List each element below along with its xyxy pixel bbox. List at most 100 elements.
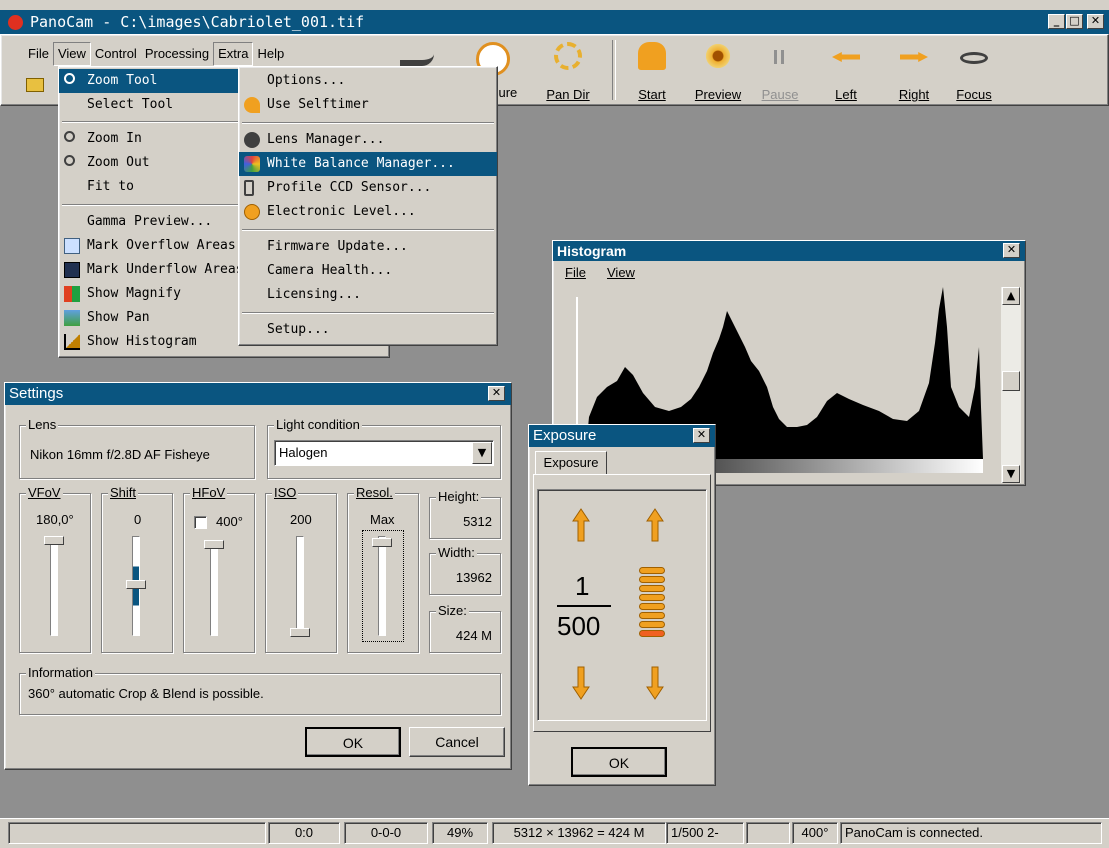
vfov-slider-thumb[interactable] [44, 536, 64, 545]
level-segment [639, 630, 665, 637]
light-condition-select[interactable]: Halogen ▼ [274, 440, 494, 466]
aperture-up-icon[interactable] [645, 507, 665, 543]
menu-item-licensing[interactable]: Licensing... [239, 283, 497, 307]
toolbar-pan-dir[interactable]: Pan Dir [540, 38, 596, 104]
menu-item-profile-ccd[interactable]: Profile CCD Sensor... [239, 176, 497, 200]
scroll-up-icon[interactable]: ▲ [1002, 287, 1020, 305]
extra-menu-dropdown: Options... Use Selftimer Lens Manager...… [238, 66, 498, 346]
settings-title: Settings [9, 385, 64, 402]
arrow-right-icon [900, 52, 928, 62]
vfov-value: 180,0° [36, 512, 74, 527]
pause-icon [774, 50, 784, 64]
lens-value: Nikon 16mm f/2.8D AF Fisheye [30, 447, 210, 462]
wrench-icon[interactable] [400, 44, 434, 66]
shift-slider-thumb[interactable] [126, 580, 146, 589]
underflow-icon [64, 262, 80, 278]
menu-separator [242, 312, 494, 314]
settings-cancel-button[interactable]: Cancel [409, 727, 505, 757]
hfov-checkbox[interactable] [194, 516, 207, 529]
hfov-label: HFoV [190, 485, 228, 500]
toolbar-pause[interactable]: Pause [752, 38, 808, 104]
overflow-icon [64, 238, 80, 254]
pan-dir-icon [554, 42, 582, 70]
exposure-title: Exposure [533, 427, 597, 444]
menu-item-lens-manager[interactable]: Lens Manager... [239, 128, 497, 152]
iso-value: 200 [290, 512, 312, 527]
menu-help[interactable]: Help [253, 43, 288, 65]
scroll-thumb[interactable] [1002, 371, 1020, 391]
status-position: 0-0-0 [344, 822, 428, 844]
status-connection: PanoCam is connected. [840, 822, 1102, 844]
histogram-titlebar[interactable]: Histogram [553, 241, 1025, 261]
ccd-icon [244, 180, 254, 196]
toolbar-preview[interactable]: Preview [690, 38, 746, 104]
histogram-menu-view[interactable]: View [607, 265, 635, 280]
histogram-scrollbar[interactable]: ▲ ▼ [1001, 287, 1021, 483]
chevron-down-icon[interactable]: ▼ [472, 442, 492, 464]
menu-control[interactable]: Control [91, 43, 141, 65]
vfov-label: VFoV [26, 485, 63, 500]
status-zoom: 49% [432, 822, 488, 844]
vfov-slider-track[interactable] [50, 536, 58, 636]
exposure-tab[interactable]: Exposure [535, 451, 607, 475]
app-icon [8, 15, 23, 30]
exposure-close-button[interactable]: ✕ [693, 428, 710, 443]
size-group: Size: 424 M [429, 603, 501, 653]
open-folder-icon[interactable] [26, 78, 44, 92]
toolbar-focus[interactable]: Focus [946, 38, 1002, 104]
histogram-close-button[interactable]: ✕ [1003, 243, 1020, 258]
level-segment [639, 576, 665, 583]
light-condition-label: Light condition [274, 417, 362, 432]
magnifier-icon [64, 73, 75, 84]
app-titlebar[interactable]: PanoCam - C:\images\Cabriolet_001.tif [0, 10, 1109, 34]
arrow-left-icon [832, 52, 860, 62]
menu-file[interactable]: File [24, 43, 53, 65]
histogram-menu-file[interactable]: File [565, 265, 586, 280]
menu-item-camera-health[interactable]: Camera Health... [239, 259, 497, 283]
exposure-ok-button[interactable]: OK [571, 747, 667, 777]
close-button[interactable]: ✕ [1087, 14, 1104, 29]
iso-label: ISO [272, 485, 299, 500]
menu-item-setup[interactable]: Setup... [239, 318, 497, 342]
settings-titlebar[interactable]: Settings [5, 383, 511, 405]
menu-processing[interactable]: Processing [141, 43, 213, 65]
settings-close-button[interactable]: ✕ [488, 386, 505, 401]
toolbar-start[interactable]: Start [624, 38, 680, 104]
information-value: 360° automatic Crop & Blend is possible. [28, 686, 264, 701]
iso-slider-track[interactable] [296, 536, 304, 636]
light-condition-group: Light condition Halogen ▼ [267, 417, 501, 479]
aperture-down-icon[interactable] [645, 665, 665, 701]
shutter-up-icon[interactable] [571, 507, 591, 543]
settings-ok-button[interactable]: OK [305, 727, 401, 757]
settings-window: Settings ✕ Lens Nikon 16mm f/2.8D AF Fis… [4, 382, 512, 770]
histogram-icon [64, 334, 80, 350]
fraction-line [557, 605, 611, 607]
resolution-slider-track[interactable] [378, 536, 386, 636]
menu-item-white-balance-manager[interactable]: White Balance Manager... [239, 152, 497, 176]
menu-separator [242, 229, 494, 231]
iso-slider-thumb[interactable] [290, 628, 310, 637]
resolution-slider-thumb[interactable] [372, 538, 392, 547]
toolbar-right[interactable]: Right [886, 38, 942, 104]
resolution-value: Max [370, 512, 395, 527]
menu-view[interactable]: View [52, 42, 91, 66]
toolbar-left[interactable]: Left [818, 38, 874, 104]
exposure-titlebar[interactable]: Exposure [529, 425, 715, 447]
menu-extra[interactable]: Extra [213, 42, 254, 66]
height-label: Height: [436, 489, 482, 504]
size-value: 424 M [455, 628, 492, 643]
level-segment [639, 603, 665, 610]
maximize-button[interactable]: □ [1066, 14, 1083, 29]
menu-item-firmware-update[interactable]: Firmware Update... [239, 235, 497, 259]
selftimer-icon [244, 97, 260, 113]
resolution-label: Resol. [354, 485, 395, 500]
minimize-button[interactable]: _ [1048, 14, 1065, 29]
scroll-down-icon[interactable]: ▼ [1002, 465, 1020, 483]
hfov-slider-thumb[interactable] [204, 540, 224, 549]
shutter-numerator: 1 [575, 571, 590, 601]
menu-item-use-selftimer[interactable]: Use Selftimer [239, 93, 497, 117]
menu-item-electronic-level[interactable]: Electronic Level... [239, 200, 497, 224]
shutter-down-icon[interactable] [571, 665, 591, 701]
menu-item-options[interactable]: Options... [239, 69, 497, 93]
hfov-slider-track[interactable] [210, 540, 218, 636]
